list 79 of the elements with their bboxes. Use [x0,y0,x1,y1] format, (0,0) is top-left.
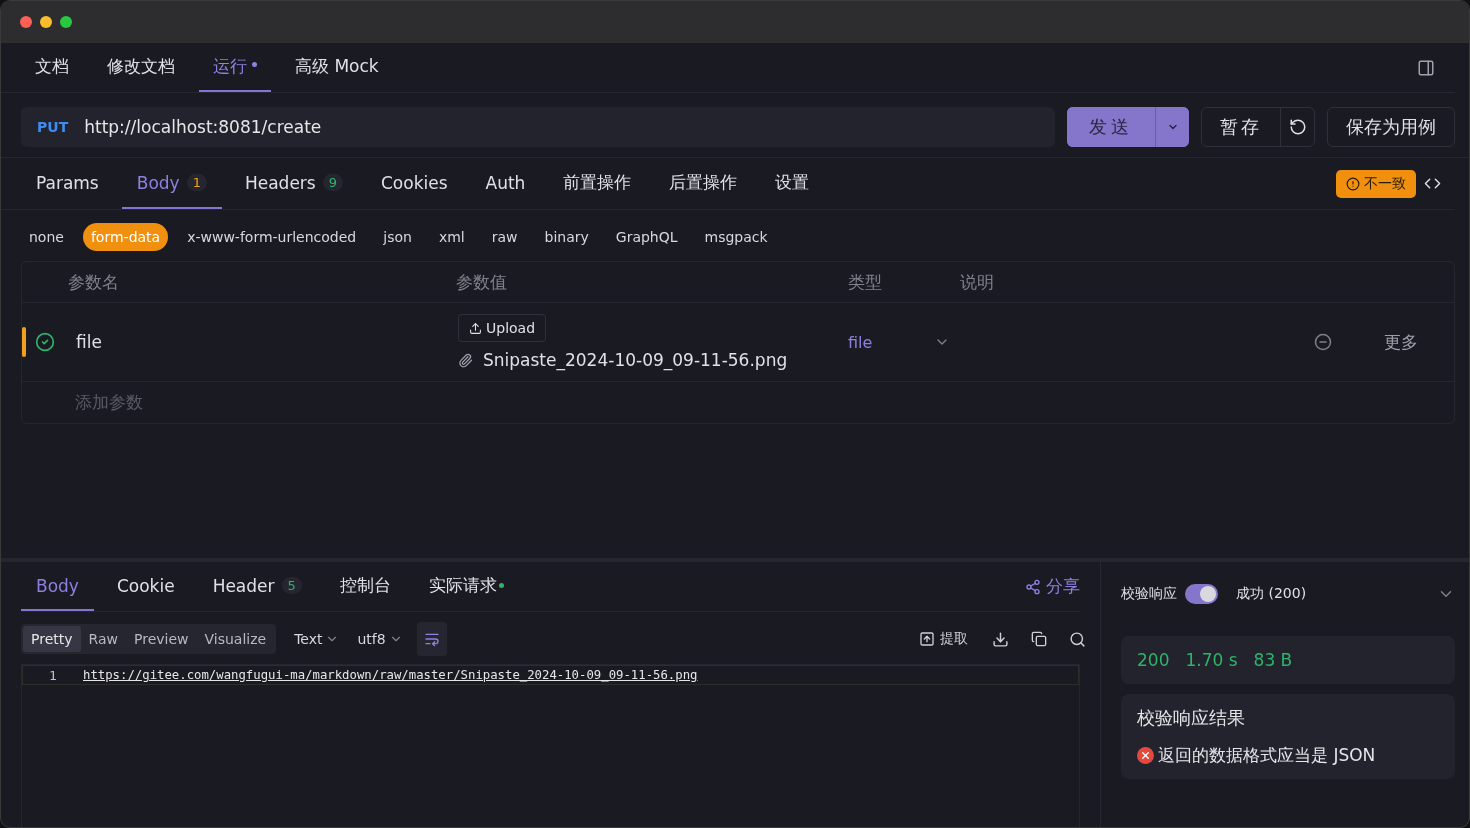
share-link[interactable]: 分享 [1025,575,1080,598]
copy-button[interactable] [1031,631,1047,647]
save-case-button[interactable]: 保存为用例 [1327,107,1455,147]
extract-button[interactable]: 提取 [919,630,968,648]
top-tab[interactable]: 运行 [199,43,271,92]
top-tab[interactable]: 文档 [21,43,83,92]
request-tab[interactable]: Headers 9 [229,158,358,209]
body-type-option[interactable]: none [21,223,72,251]
zoom-light[interactable] [60,16,72,28]
request-tab[interactable]: 前置操作 [548,158,647,209]
body-type-option[interactable]: x-www-form-urlencoded [179,223,365,251]
count-badge: 5 [281,577,302,594]
mismatch-badge[interactable]: 不一致 [1336,169,1416,198]
metric-value: 200 [1137,650,1170,670]
sidebar-toggle-icon[interactable] [1417,58,1435,77]
view-mode-option[interactable]: Raw [80,626,126,652]
view-mode-option[interactable]: Preview [126,626,197,652]
request-tab[interactable]: Params [21,158,114,209]
undo-arrow-icon [1288,118,1307,136]
wrap-lines-icon [423,631,440,647]
wrap-button[interactable] [416,622,447,656]
line-number: 1 [48,667,58,683]
more-link[interactable]: 更多 [1384,330,1454,354]
body-type-option[interactable]: binary [536,223,597,251]
body-type-option[interactable]: xml [430,223,473,251]
close-light[interactable] [20,16,32,28]
column-header: 类型 [848,270,883,294]
url-field[interactable]: PUT http://localhost:8081/create [21,107,1055,147]
response-tab[interactable]: 实际请求 [413,562,519,611]
validate-label: 校验响应 [1121,585,1177,603]
request-tab[interactable]: 后置操作 [654,158,753,209]
metric-value: 1.70 s [1185,650,1238,670]
column-header: 参数值 [456,270,508,294]
count-badge: 1 [186,174,207,191]
validate-toggle[interactable] [1185,584,1218,604]
body-type-option[interactable]: raw [483,223,526,251]
upload-icon [469,321,482,335]
column-header: 参数名 [68,270,120,294]
code-editor[interactable]: 1 https://gitee.com/wangfugui-ma/markdown/raw/master/Snipaste_2024-10-09_09-11-56.png [21,664,1080,827]
body-type-option[interactable]: json [375,223,420,251]
result-title: 校验响应结果 [1137,706,1246,730]
remove-icon[interactable] [1314,333,1332,351]
metric-value: 83 B [1253,650,1293,670]
view-mode-option[interactable]: Visualize [196,626,275,652]
count-badge: 9 [322,174,343,191]
method-label[interactable]: PUT [37,119,69,135]
download-button[interactable] [992,630,1009,648]
format-select[interactable]: Text [294,631,340,647]
request-tab[interactable]: Cookies [366,158,463,209]
response-tab[interactable]: Body [21,562,94,611]
body-type-option[interactable]: GraphQL [607,223,686,251]
view-mode-option[interactable]: Pretty [23,626,81,652]
result-message: 返回的数据格式应当是 JSON [1158,744,1376,767]
response-tab[interactable]: Cookie [101,562,190,611]
error-icon [1137,747,1154,764]
check-icon[interactable] [35,332,55,352]
type-select[interactable]: file [848,332,960,352]
response-tab[interactable]: Header 5 [197,562,317,611]
top-tab[interactable]: 修改文档 [93,43,189,92]
share-icon [1025,578,1041,595]
param-name[interactable]: file [68,332,458,352]
body-type-option[interactable]: msgpack [696,223,776,251]
url-text: http://localhost:8081/create [84,117,322,137]
status-text: 成功 (200) [1236,585,1307,603]
request-tab[interactable]: Auth [470,158,541,209]
request-tab[interactable]: Body 1 [121,158,222,209]
encoding-select[interactable]: utf8 [357,631,403,647]
row-marker [22,327,26,357]
search-button[interactable] [1069,630,1086,648]
minimize-light[interactable] [40,16,52,28]
response-tab[interactable]: 控制台 [324,562,406,611]
column-header: 说明 [960,270,995,294]
paperclip-icon [458,352,473,368]
response-url-link[interactable]: https://gitee.com/wangfugui-ma/markdown/raw/master/Snipaste_2024-10-09_09-11-56.png [83,668,1078,682]
upload-button[interactable]: Upload [458,314,547,342]
request-tab[interactable]: 设置 [760,158,825,209]
extract-icon [919,631,935,647]
top-tab[interactable]: 高级 Mock [281,43,393,92]
file-name: Snipaste_2024-10-09_09-11-56.png [483,350,788,370]
